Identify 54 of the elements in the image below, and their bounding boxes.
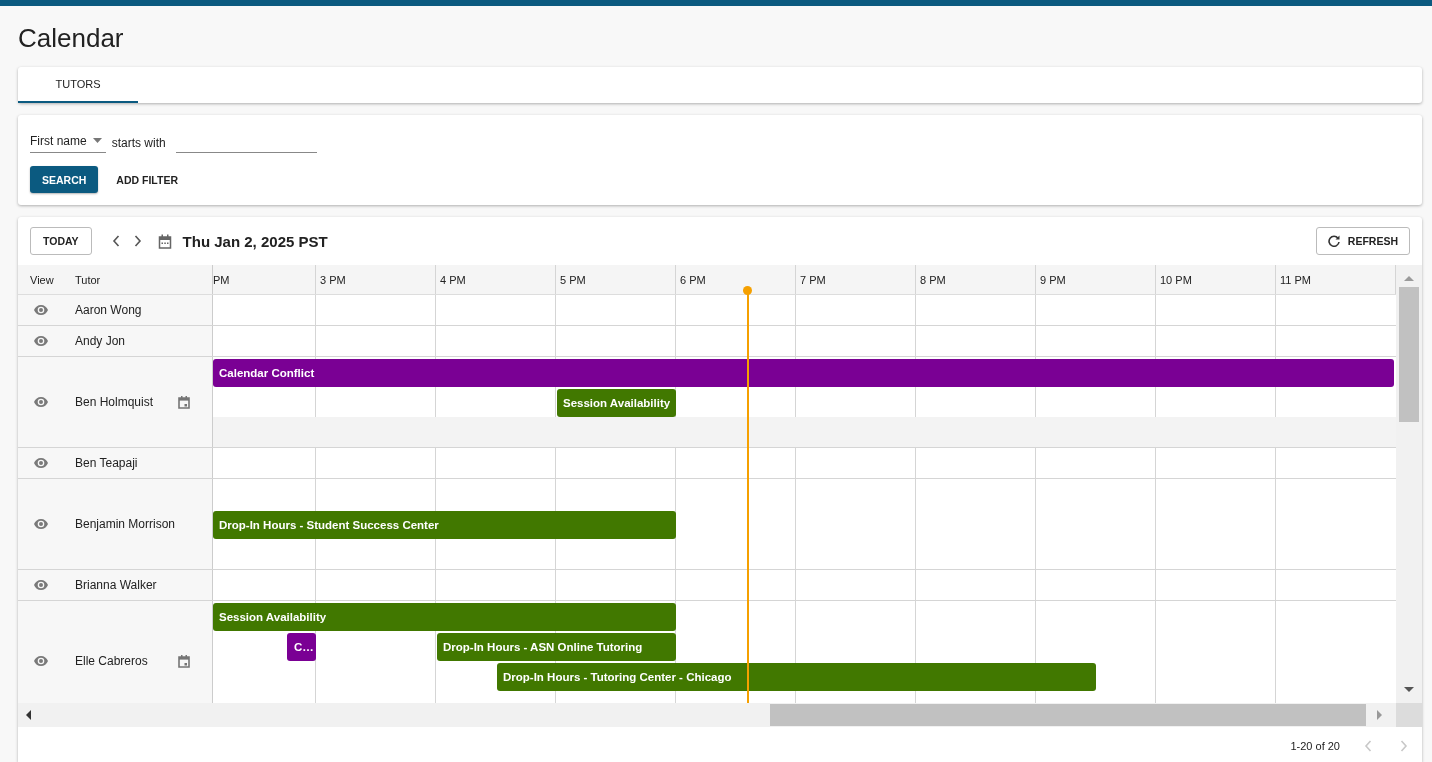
hour-label: 8 PM — [916, 265, 1036, 294]
hour-label: 7 PM — [796, 265, 916, 294]
eye-icon[interactable] — [34, 458, 48, 468]
refresh-button[interactable]: REFRESH — [1315, 227, 1410, 255]
hour-label: 3 PM — [316, 265, 436, 294]
event-bar[interactable]: Drop-In Hours - Tutoring Center - Chicago — [497, 663, 1096, 691]
tutor-name: Elle Cabreros — [75, 654, 149, 668]
eye-icon[interactable] — [34, 305, 48, 315]
eye-icon[interactable] — [34, 580, 48, 590]
calendar-icon[interactable] — [157, 233, 172, 249]
event-bar[interactable]: Session Availability — [557, 389, 676, 417]
eye-icon[interactable] — [34, 336, 48, 346]
tutor-name: Ben Holmquist — [75, 395, 155, 409]
page-range: 1-20 of 20 — [1290, 740, 1340, 752]
scroll-down-icon[interactable] — [1404, 685, 1414, 695]
previous-day-icon[interactable] — [111, 235, 120, 247]
search-button[interactable]: SEARCH — [30, 166, 99, 193]
caret-icon — [92, 138, 102, 143]
column-header: Tutor — [75, 273, 101, 286]
tutor-name: Andy Jon — [75, 334, 127, 348]
eye-icon[interactable] — [34, 519, 48, 529]
operator-label: starts with — [111, 136, 166, 152]
scrollbar-corner — [1396, 703, 1422, 727]
scroll-right-icon[interactable] — [1374, 710, 1384, 720]
refresh-icon — [1327, 235, 1340, 247]
next-day-icon[interactable] — [133, 235, 142, 247]
event-bar[interactable]: C… — [287, 633, 316, 661]
tutor-name: Benjamin Morrison — [75, 517, 177, 531]
hour-label: 4 PM — [436, 265, 556, 294]
add-filter-button[interactable]: ADD FILTER — [104, 166, 190, 193]
hour-label: 9 PM — [1036, 265, 1156, 294]
date-label: Thu Jan 2, 2025 PST — [182, 232, 328, 250]
event-bar[interactable]: Drop-In Hours - ASN Online Tutoring — [437, 633, 676, 661]
scroll-thumb[interactable] — [770, 704, 1366, 726]
tutors-tab[interactable]: TUTORS — [18, 67, 138, 103]
scroll-up-icon[interactable] — [1404, 273, 1414, 283]
hour-label: PM — [213, 265, 316, 294]
event-bar[interactable]: Drop-In Hours - Student Success Center — [213, 511, 676, 539]
event-bar[interactable]: Session Availability — [213, 603, 676, 631]
page-title: Calendar — [18, 23, 124, 54]
column-header: View — [30, 273, 55, 286]
eye-icon[interactable] — [34, 397, 48, 407]
event-bar[interactable]: Calendar Conflict — [213, 359, 1394, 387]
tutor-name: Brianna Walker — [75, 578, 158, 592]
hour-label: 10 PM — [1156, 265, 1276, 294]
tutor-name: Aaron Wong — [75, 303, 143, 317]
field-dropdown[interactable]: First name — [30, 132, 106, 153]
vertical-scrollbar[interactable] — [1396, 265, 1422, 703]
scroll-thumb[interactable] — [1399, 287, 1419, 422]
scroll-left-icon[interactable] — [24, 710, 34, 720]
tutor-name: Ben Teapaji — [75, 456, 139, 470]
hour-label: 5 PM — [556, 265, 676, 294]
today-button[interactable]: TODAY — [30, 227, 92, 255]
eye-icon[interactable] — [34, 656, 48, 666]
